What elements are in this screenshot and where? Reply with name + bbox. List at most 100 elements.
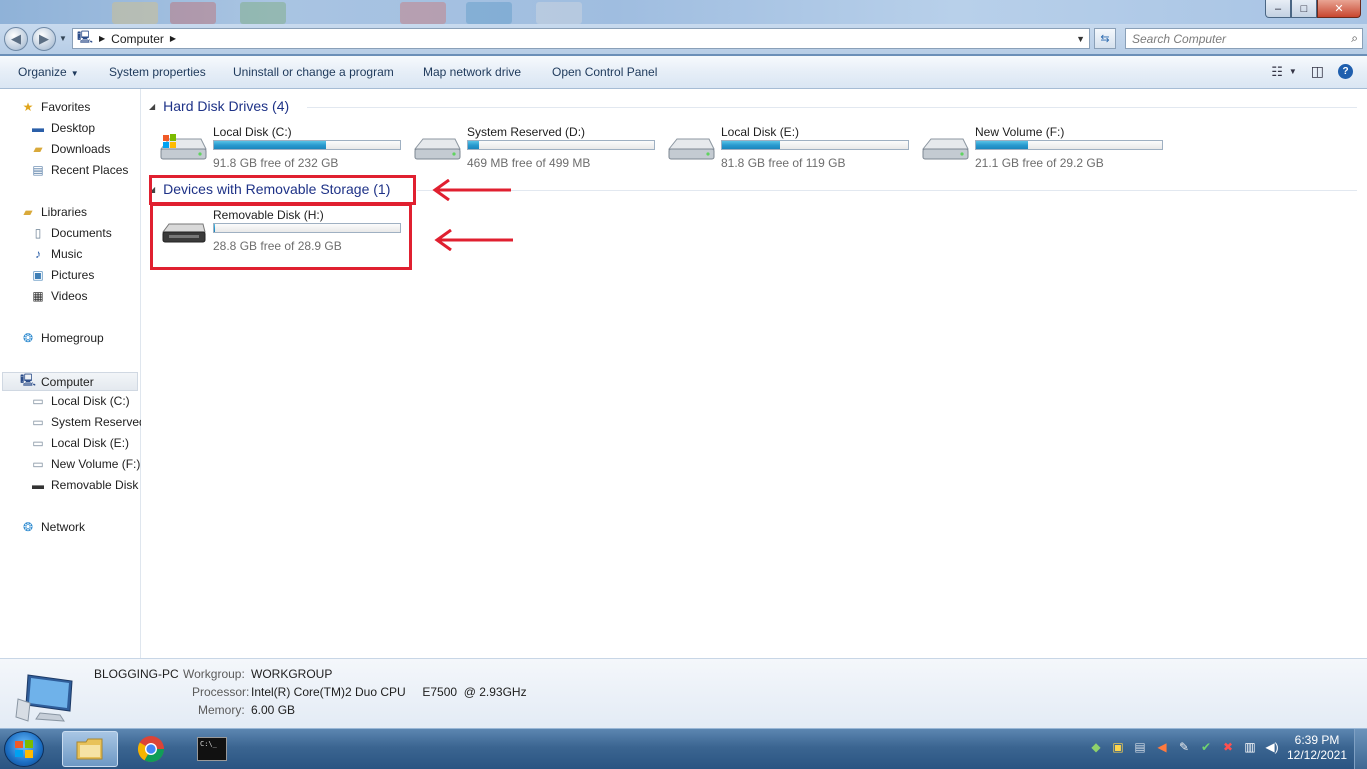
show-desktop-button[interactable] <box>1354 729 1367 769</box>
nav-label: Local Disk (C:) <box>51 394 130 408</box>
address-row: ◀ ▶ ▼ 🖳 ▶ Computer ▶ ▼ ⇆ Search Computer… <box>0 24 1367 54</box>
drive-usage-fill <box>722 141 781 149</box>
memory-label: Memory: <box>198 703 245 717</box>
system-tray: ◆ ▣ ▤ ◀ ✎ ✔ ✖ ▥ ◀) <box>1088 739 1280 755</box>
nav-removable-disk[interactable]: ▬ Removable Disk <box>30 478 138 492</box>
close-button[interactable]: ✕ <box>1317 0 1361 18</box>
search-placeholder: Search Computer <box>1132 31 1227 46</box>
hard-drive-icon <box>413 138 461 160</box>
drive-tile[interactable]: Local Disk (C:) 91.8 GB free of 232 GB <box>159 125 409 171</box>
search-icon[interactable]: ⌕ <box>1351 31 1358 46</box>
chrome-icon <box>137 736 165 763</box>
drive-tile[interactable]: New Volume (F:) 21.1 GB free of 29.2 GB <box>921 125 1171 171</box>
system-drive-icon: ▭ <box>32 394 44 408</box>
start-button[interactable] <box>4 731 44 767</box>
app-tray-icon[interactable]: ✔ <box>1198 739 1214 755</box>
app-tray-icon[interactable]: ✎ <box>1176 739 1192 755</box>
collapse-triangle-icon[interactable]: ◢ <box>149 102 155 111</box>
app-tray-icon[interactable]: ▣ <box>1110 739 1126 755</box>
back-button[interactable]: ◀ <box>4 27 28 51</box>
app-tray-icon[interactable]: ▤ <box>1132 739 1148 755</box>
nav-pictures[interactable]: ▣ Pictures <box>30 268 94 282</box>
change-view-icon[interactable]: ☷ <box>1271 64 1283 80</box>
window-title-bar[interactable]: – □ ✕ <box>0 0 1367 26</box>
clock-time: 6:39 PM <box>1294 733 1340 747</box>
breadcrumb-computer[interactable]: Computer <box>111 32 164 46</box>
nav-label: Recent Places <box>51 163 129 177</box>
show-hidden-icons-icon[interactable]: ◆ <box>1088 739 1104 755</box>
taskbar-chrome[interactable] <box>123 731 179 767</box>
background-glass-blur <box>466 2 512 24</box>
nav-label: Libraries <box>41 205 88 219</box>
documents-icon: ▯ <box>34 226 42 240</box>
help-icon[interactable]: ? <box>1338 64 1353 79</box>
system-drive-icon <box>159 134 207 160</box>
nav-music[interactable]: ♪ Music <box>30 247 82 261</box>
nav-documents[interactable]: ▯ Documents <box>30 226 112 240</box>
drive-tile[interactable]: System Reserved (D:) 469 MB free of 499 M… <box>413 125 663 171</box>
address-bar[interactable]: 🖳 ▶ Computer ▶ ▼ <box>72 28 1090 49</box>
libraries-icon: ▰ <box>23 205 33 219</box>
media-tray-icon[interactable]: ◀ <box>1154 739 1170 755</box>
action-center-icon[interactable]: ✖ <box>1220 739 1236 755</box>
nav-label: Favorites <box>41 100 91 114</box>
nav-new-volume-f[interactable]: ▭ New Volume (F:) <box>30 457 140 471</box>
search-input[interactable]: Search Computer ⌕ <box>1125 28 1363 49</box>
map-network-drive-button[interactable]: Map network drive <box>423 65 521 79</box>
forward-button[interactable]: ▶ <box>32 27 56 51</box>
taskbar-windows-explorer[interactable] <box>62 731 118 767</box>
workgroup-label: Workgroup: <box>183 667 245 681</box>
nav-local-disk-e[interactable]: ▭ Local Disk (E:) <box>30 436 129 450</box>
background-glass-blur <box>240 2 286 24</box>
background-glass-blur <box>112 2 158 24</box>
chevron-down-icon: ▼ <box>70 69 79 78</box>
breadcrumb-separator-icon[interactable]: ▶ <box>170 34 176 43</box>
nav-favorites[interactable]: ★ Favorites <box>20 100 91 114</box>
taskbar-clock[interactable]: 6:39 PM 12/12/2021 <box>1282 733 1352 763</box>
network-tray-icon[interactable]: ▥ <box>1242 739 1258 755</box>
nav-label: Homegroup <box>41 331 104 345</box>
taskbar: C:\_ ◆ ▣ ▤ ◀ ✎ ✔ ✖ ▥ ◀) 6:39 PM 12/12/20… <box>0 728 1367 769</box>
nav-recent-places[interactable]: ▤ Recent Places <box>30 163 128 177</box>
address-history-dropdown-icon[interactable]: ▼ <box>1076 34 1085 44</box>
nav-system-reserved[interactable]: ▭ System Reserved <box>30 415 145 429</box>
nav-desktop[interactable]: ▬ Desktop <box>30 121 95 135</box>
nav-network[interactable]: ❂ Network <box>20 520 85 534</box>
group-title: Hard Disk Drives (4) <box>163 98 290 114</box>
drive-usage-fill <box>468 141 480 149</box>
drive-free-space: 91.8 GB free of 232 GB <box>213 156 339 170</box>
nav-downloads[interactable]: ▰ Downloads <box>30 142 110 156</box>
preview-pane-icon[interactable]: ◫ <box>1311 63 1324 80</box>
maximize-button[interactable]: □ <box>1291 0 1317 18</box>
nav-local-disk-c[interactable]: ▭ Local Disk (C:) <box>30 394 130 408</box>
group-divider <box>417 190 1357 191</box>
videos-icon: ▦ <box>32 289 44 303</box>
uninstall-program-button[interactable]: Uninstall or change a program <box>233 65 394 79</box>
taskbar-command-prompt[interactable]: C:\_ <box>184 731 240 767</box>
drive-usage-bar <box>213 140 401 150</box>
open-control-panel-button[interactable]: Open Control Panel <box>552 65 657 79</box>
drive-name: Local Disk (C:) <box>213 125 292 139</box>
organize-menu[interactable]: Organize ▼ <box>18 65 79 79</box>
command-prompt-icon: C:\_ <box>197 737 227 761</box>
drive-tile[interactable]: Local Disk (E:) 81.8 GB free of 119 GB <box>667 125 917 171</box>
processor-label: Processor: <box>192 685 250 699</box>
recent-pages-dropdown-icon[interactable]: ▼ <box>59 34 67 43</box>
nav-libraries[interactable]: ▰ Libraries <box>20 205 87 219</box>
computer-icon: 🖳 <box>77 30 94 44</box>
system-properties-button[interactable]: System properties <box>109 65 206 79</box>
nav-videos[interactable]: ▦ Videos <box>30 289 87 303</box>
view-options-dropdown-icon[interactable]: ▼ <box>1289 67 1297 76</box>
annotation-arrow-icon <box>432 179 511 201</box>
drive-usage-fill <box>976 141 1028 149</box>
breadcrumb-separator-icon[interactable]: ▶ <box>99 34 105 43</box>
refresh-button[interactable]: ⇆ <box>1094 28 1116 49</box>
network-icon: ❂ <box>22 520 34 534</box>
hard-drive-icon: ▭ <box>32 415 44 429</box>
nav-label: Pictures <box>51 268 95 282</box>
nav-homegroup[interactable]: ❂ Homegroup <box>20 331 104 345</box>
nav-computer[interactable]: 🖳 Computer <box>2 372 138 391</box>
volume-icon[interactable]: ◀) <box>1264 739 1280 755</box>
group-hard-disk-drives[interactable]: ◢ Hard Disk Drives (4) <box>149 98 289 114</box>
minimize-button[interactable]: – <box>1265 0 1291 18</box>
